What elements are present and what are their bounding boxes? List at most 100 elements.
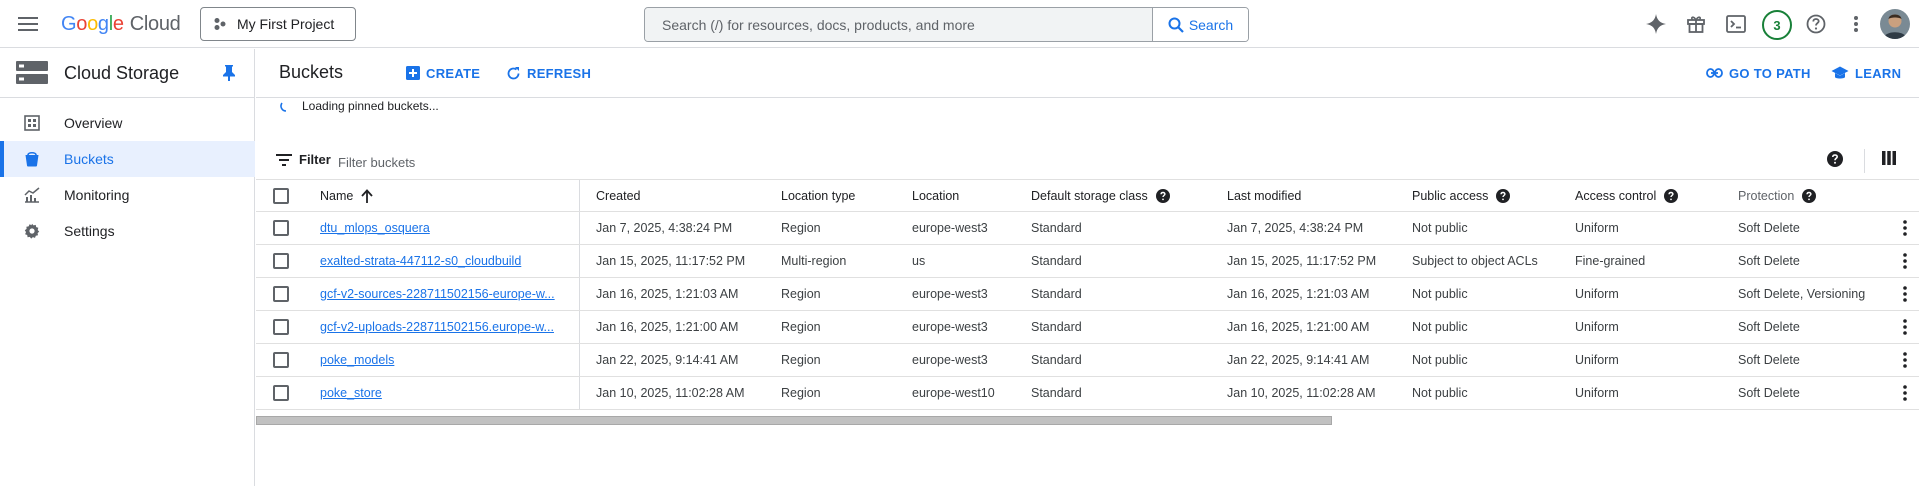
page-title: Buckets bbox=[279, 62, 344, 82]
help-icon[interactable] bbox=[1804, 12, 1828, 36]
spinner-icon bbox=[280, 100, 292, 112]
row-checkbox[interactable] bbox=[273, 220, 289, 236]
bucket-name-link[interactable]: poke_models bbox=[320, 353, 394, 367]
row-checkbox[interactable] bbox=[273, 352, 289, 368]
protection-cell: Soft Delete bbox=[1738, 386, 1800, 400]
filter-bar: Filter bbox=[256, 145, 1919, 179]
more-vert-icon[interactable] bbox=[1903, 286, 1919, 302]
more-vert-icon[interactable] bbox=[1903, 253, 1919, 269]
gift-icon[interactable] bbox=[1684, 12, 1708, 36]
created-cell: Jan 16, 2025, 1:21:00 AM bbox=[596, 320, 739, 334]
project-picker-button[interactable]: My First Project bbox=[200, 7, 356, 41]
create-button[interactable]: CREATE bbox=[406, 63, 480, 83]
location-cell: europe-west10 bbox=[912, 386, 995, 400]
bucket-name-link[interactable]: gcf-v2-uploads-228711502156.europe-w... bbox=[320, 320, 554, 334]
bucket-name-link[interactable]: poke_store bbox=[320, 386, 382, 400]
filter-input[interactable] bbox=[338, 150, 638, 174]
dashboard-icon bbox=[24, 115, 40, 131]
sidebar-item-settings[interactable]: Settings bbox=[0, 213, 255, 249]
filter-button[interactable]: Filter bbox=[276, 152, 331, 167]
help-icon[interactable] bbox=[1496, 189, 1511, 203]
column-header-protection[interactable]: Protection bbox=[1738, 180, 1898, 212]
bucket-name-link[interactable]: exalted-strata-447112-s0_cloudbuild bbox=[320, 254, 521, 268]
bucket-name-link[interactable]: dtu_mlops_osquera bbox=[320, 221, 430, 235]
help-icon[interactable] bbox=[1155, 189, 1170, 203]
create-label: CREATE bbox=[426, 65, 481, 81]
top-app-bar: Google Cloud My First Project Search 3 bbox=[0, 0, 1919, 48]
bucket-name-cell: gcf-v2-uploads-228711502156.europe-w... bbox=[320, 311, 570, 343]
last-modified-cell: Jan 16, 2025, 1:21:03 AM bbox=[1227, 287, 1370, 301]
protection-cell: Soft Delete bbox=[1738, 254, 1800, 268]
scrollbar-thumb[interactable] bbox=[256, 416, 1332, 425]
loading-indicator: Loading pinned buckets... bbox=[280, 98, 439, 114]
more-vert-icon[interactable] bbox=[1844, 12, 1868, 36]
bucket-name-link[interactable]: gcf-v2-sources-228711502156-europe-w... bbox=[320, 287, 555, 301]
storage-class-cell: Standard bbox=[1031, 386, 1082, 400]
pin-icon[interactable] bbox=[222, 64, 236, 82]
gemini-icon[interactable] bbox=[1644, 12, 1668, 36]
column-header-public-access[interactable]: Public access bbox=[1412, 180, 1572, 212]
table-row: poke_store Jan 10, 2025, 11:02:28 AM Reg… bbox=[256, 377, 1919, 410]
column-header-location[interactable]: Location bbox=[912, 180, 1022, 212]
search-icon bbox=[1168, 17, 1184, 33]
search-button[interactable]: Search bbox=[1152, 8, 1248, 41]
location-type-cell: Region bbox=[781, 353, 821, 367]
toolbar-divider bbox=[1864, 149, 1865, 173]
public-access-cell: Not public bbox=[1412, 287, 1468, 301]
refresh-button[interactable]: REFRESH bbox=[506, 63, 591, 83]
protection-cell: Soft Delete bbox=[1738, 320, 1800, 334]
public-access-cell: Not public bbox=[1412, 353, 1468, 367]
storage-class-cell: Standard bbox=[1031, 287, 1082, 301]
bucket-icon bbox=[24, 151, 40, 167]
table-row: exalted-strata-447112-s0_cloudbuild Jan … bbox=[256, 245, 1919, 278]
help-icon[interactable] bbox=[1802, 189, 1817, 203]
more-vert-icon[interactable] bbox=[1903, 220, 1919, 236]
location-cell: europe-west3 bbox=[912, 320, 988, 334]
location-type-cell: Region bbox=[781, 386, 821, 400]
public-access-cell: Not public bbox=[1412, 320, 1468, 334]
column-display-icon[interactable] bbox=[1882, 151, 1902, 171]
horizontal-scrollbar[interactable] bbox=[256, 412, 1919, 426]
column-divider bbox=[579, 245, 580, 277]
more-vert-icon[interactable] bbox=[1903, 319, 1919, 335]
created-cell: Jan 22, 2025, 9:14:41 AM bbox=[596, 353, 739, 367]
last-modified-cell: Jan 16, 2025, 1:21:00 AM bbox=[1227, 320, 1370, 334]
help-icon[interactable] bbox=[1827, 151, 1847, 171]
link-icon bbox=[1706, 68, 1723, 78]
google-cloud-logo[interactable]: Google Cloud bbox=[61, 11, 181, 37]
column-header-storage-class[interactable]: Default storage class bbox=[1031, 180, 1221, 212]
sidebar-item-monitoring[interactable]: Monitoring bbox=[0, 177, 255, 213]
last-modified-cell: Jan 22, 2025, 9:14:41 AM bbox=[1227, 353, 1370, 367]
column-header-access-control[interactable]: Access control bbox=[1575, 180, 1735, 212]
refresh-icon bbox=[506, 66, 521, 81]
column-header-name[interactable]: Name bbox=[320, 180, 570, 212]
avatar[interactable] bbox=[1880, 9, 1910, 39]
buckets-table: Name Created Location type Location Defa… bbox=[256, 179, 1919, 410]
row-checkbox[interactable] bbox=[273, 385, 289, 401]
row-checkbox[interactable] bbox=[273, 286, 289, 302]
column-divider bbox=[579, 311, 580, 343]
access-control-cell: Uniform bbox=[1575, 386, 1619, 400]
notification-badge[interactable]: 3 bbox=[1762, 10, 1792, 40]
access-control-cell: Uniform bbox=[1575, 320, 1619, 334]
more-vert-icon[interactable] bbox=[1903, 385, 1919, 401]
select-all-checkbox[interactable] bbox=[273, 188, 289, 204]
column-header-created[interactable]: Created bbox=[596, 180, 776, 212]
sidebar-item-label: Overview bbox=[64, 115, 123, 131]
filter-label: Filter bbox=[299, 152, 331, 167]
sidebar-item-buckets[interactable]: Buckets bbox=[0, 141, 255, 177]
help-icon[interactable] bbox=[1664, 189, 1679, 203]
menu-icon[interactable] bbox=[13, 11, 43, 37]
sidebar-item-overview[interactable]: Overview bbox=[0, 105, 255, 141]
location-cell: europe-west3 bbox=[912, 221, 988, 235]
go-to-path-button[interactable]: GO TO PATH bbox=[1706, 63, 1811, 83]
learn-button[interactable]: LEARN bbox=[1831, 63, 1901, 83]
terminal-icon[interactable] bbox=[1724, 12, 1748, 36]
more-vert-icon[interactable] bbox=[1903, 352, 1919, 368]
column-header-last-modified[interactable]: Last modified bbox=[1227, 180, 1407, 212]
row-checkbox[interactable] bbox=[273, 253, 289, 269]
column-header-location-type[interactable]: Location type bbox=[781, 180, 906, 212]
filter-list-icon bbox=[276, 153, 292, 166]
row-checkbox[interactable] bbox=[273, 319, 289, 335]
search-bar: Search bbox=[644, 7, 1249, 42]
